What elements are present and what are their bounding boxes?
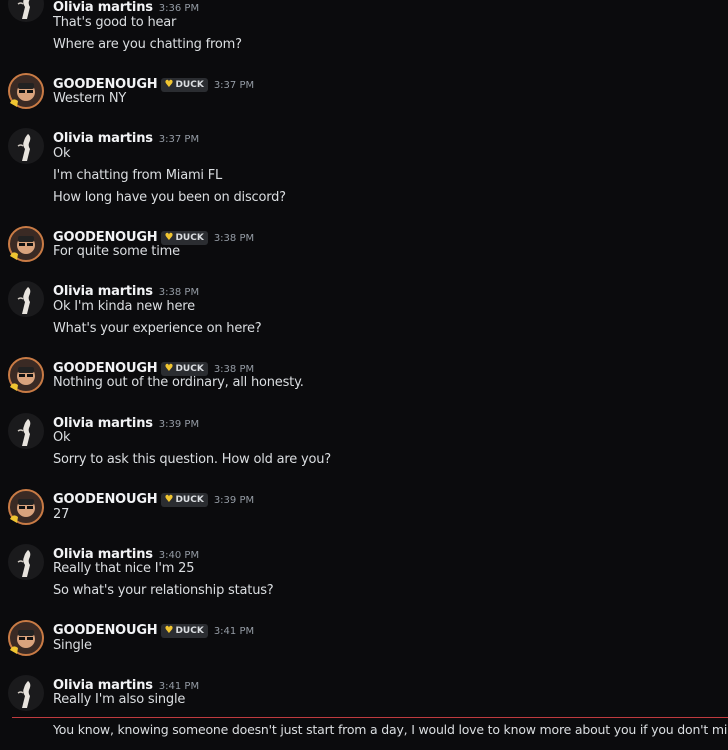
guild-tag[interactable]: ♥ DUCK	[161, 493, 208, 507]
message-text: Nothing out of the ordinary, all honesty…	[53, 375, 304, 390]
heart-icon: ♥	[164, 363, 174, 374]
message-text: Sorry to ask this question. How old are …	[53, 452, 331, 467]
message-text: So what's your relationship status?	[53, 583, 274, 598]
message-text: Where are you chatting from?	[53, 37, 242, 52]
avatar-olivia[interactable]	[8, 544, 44, 580]
heart-icon: ♥	[164, 494, 174, 505]
message-text: Ok	[53, 146, 71, 161]
timestamp: 3:37 PM	[213, 80, 255, 91]
timestamp: 3:41 PM	[158, 681, 200, 692]
chat-messages: Olivia martins 3:36 PM That's good to hea…	[0, 0, 728, 750]
guild-tag[interactable]: ♥ DUCK	[161, 624, 208, 638]
avatar-olivia[interactable]	[8, 0, 44, 22]
avatar-goodenough[interactable]	[8, 226, 44, 262]
timestamp: 3:36 PM	[158, 3, 200, 14]
guild-tag[interactable]: ♥ DUCK	[161, 231, 208, 245]
heart-icon: ♥	[164, 232, 174, 243]
avatar-olivia[interactable]	[8, 413, 44, 449]
avatar-goodenough[interactable]	[8, 357, 44, 393]
avatar-olivia[interactable]	[8, 281, 44, 317]
author-name[interactable]: GOODENOUGH	[53, 77, 158, 92]
message-text: 27	[53, 507, 70, 522]
author-name[interactable]: GOODENOUGH	[53, 361, 158, 376]
heart-icon: ♥	[164, 625, 174, 636]
avatar-goodenough[interactable]	[8, 73, 44, 109]
timestamp: 3:38 PM	[213, 364, 255, 375]
message-text: Ok	[53, 430, 71, 445]
message-text: Really that nice I'm 25	[53, 561, 195, 576]
timestamp: 3:39 PM	[213, 495, 255, 506]
guild-tag[interactable]: ♥ DUCK	[161, 362, 208, 376]
message-text: Ok I'm kinda new here	[53, 299, 195, 314]
timestamp: 3:38 PM	[158, 287, 200, 298]
author-name[interactable]: GOODENOUGH	[53, 230, 158, 245]
message-text: That's good to hear	[53, 15, 177, 30]
message-text: For quite some time	[53, 244, 180, 259]
message-text: Western NY	[53, 91, 127, 106]
message-text: Single	[53, 638, 92, 653]
timestamp: 3:41 PM	[213, 626, 255, 637]
message-text: Really I'm also single	[53, 692, 186, 707]
message-text: I'm chatting from Miami FL	[53, 168, 223, 183]
guild-tag[interactable]: ♥ DUCK	[161, 78, 208, 92]
author-name[interactable]: Olivia martins	[53, 284, 153, 299]
message-text: How long have you been on discord?	[53, 190, 286, 205]
author-name[interactable]: GOODENOUGH	[53, 492, 158, 507]
avatar-olivia[interactable]	[8, 128, 44, 164]
author-name[interactable]: GOODENOUGH	[53, 623, 158, 638]
new-messages-divider	[12, 717, 728, 718]
author-name[interactable]: Olivia martins	[53, 0, 153, 15]
timestamp: 3:37 PM	[158, 134, 200, 145]
message-text: You know, knowing someone doesn't just s…	[53, 722, 728, 737]
timestamp: 3:38 PM	[213, 233, 255, 244]
author-name[interactable]: Olivia martins	[53, 416, 153, 431]
message-text: What's your experience on here?	[53, 321, 262, 336]
author-name[interactable]: Olivia martins	[53, 678, 153, 693]
author-name[interactable]: Olivia martins	[53, 547, 153, 562]
heart-icon: ♥	[164, 79, 174, 90]
timestamp: 3:40 PM	[158, 550, 200, 561]
author-name[interactable]: Olivia martins	[53, 131, 153, 146]
timestamp: 3:39 PM	[158, 419, 200, 430]
avatar-goodenough[interactable]	[8, 620, 44, 656]
avatar-olivia[interactable]	[8, 675, 44, 711]
avatar-goodenough[interactable]	[8, 489, 44, 525]
